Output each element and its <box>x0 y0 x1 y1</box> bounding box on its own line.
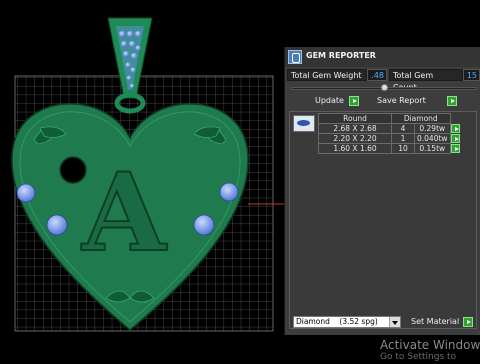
select-row-button[interactable] <box>450 144 460 153</box>
gem-reporter-icon <box>288 50 302 64</box>
select-row-button[interactable] <box>450 134 460 143</box>
round-gem-icon <box>293 115 315 132</box>
gem-list: Round Diamond 2.68 X 2.68 4 0.29tw 2.20 … <box>289 111 477 329</box>
save-report-label: Save Report <box>377 96 426 105</box>
action-row: Update Save Report <box>285 95 480 107</box>
update-label: Update <box>315 96 344 105</box>
total-gem-weight-label: Total Gem Weight <box>287 69 367 81</box>
activation-watermark: Activate Window <box>380 338 480 352</box>
update-button[interactable] <box>349 96 359 106</box>
column-header-shape: Round <box>318 113 392 124</box>
select-row-button[interactable] <box>450 124 460 133</box>
gem-size: 2.68 X 2.68 <box>318 123 392 134</box>
panel-titlebar[interactable]: GEM REPORTER <box>285 47 480 67</box>
table-row[interactable]: 2.68 X 2.68 4 0.29tw <box>318 123 461 134</box>
panel-slider-knob[interactable] <box>381 84 388 91</box>
table-row[interactable]: 2.20 X 2.20 1 0.040tw <box>318 133 461 144</box>
table-row[interactable]: 1.60 X 1.60 10 0.15tw <box>318 143 461 154</box>
gem-count: 4 <box>391 123 415 134</box>
total-gem-count-label: Total Gem Count <box>389 69 463 92</box>
save-report-button[interactable] <box>447 96 457 106</box>
total-gem-weight-value: .48 <box>367 69 387 81</box>
model-canvas[interactable]: A <box>0 0 285 360</box>
gem-weight: 0.29tw <box>414 123 451 134</box>
gem-size: 2.20 X 2.20 <box>318 133 392 144</box>
totals-row: Total Gem Weight .48 Total Gem Count 15 <box>287 69 480 92</box>
gem-count: 1 <box>391 133 415 144</box>
gem-weight: 0.040tw <box>414 133 451 144</box>
activation-watermark-sub: Go to Settings to <box>380 352 457 362</box>
column-header-material: Diamond <box>391 113 451 124</box>
gem-count: 10 <box>391 143 415 154</box>
gem-size: 1.60 X 1.60 <box>318 143 392 154</box>
gem-table: Round Diamond 2.68 X 2.68 4 0.29tw 2.20 … <box>318 113 461 154</box>
pendant-letter: A <box>81 150 168 276</box>
set-material-label: Set Material <box>411 317 460 326</box>
set-material-button[interactable] <box>463 317 473 327</box>
3d-viewport[interactable]: A <box>0 0 285 360</box>
panel-title: GEM REPORTER <box>306 51 376 60</box>
total-gem-count-value: 15 <box>463 69 480 81</box>
gem-reporter-panel: GEM REPORTER Total Gem Weight .48 Total … <box>284 47 480 335</box>
gem-weight: 0.15tw <box>414 143 451 154</box>
material-row: Set Material <box>285 316 480 328</box>
